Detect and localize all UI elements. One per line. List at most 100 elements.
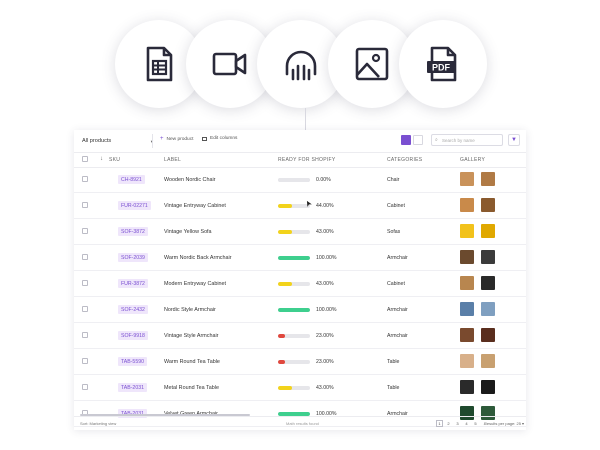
table-row[interactable]: SOF-2432 Nordic Style Armchair 100.00% A…: [74, 297, 526, 323]
gallery-thumbnail[interactable]: [460, 224, 474, 238]
horizontal-scrollbar[interactable]: [80, 414, 250, 416]
product-label[interactable]: Metal Round Tea Table: [164, 385, 219, 391]
category-value: Sofas: [387, 229, 401, 235]
row-checkbox[interactable]: [82, 358, 88, 364]
row-checkbox[interactable]: [82, 306, 88, 312]
sort-arrow-icon[interactable]: ↓: [100, 156, 103, 162]
gallery-thumbnail[interactable]: [460, 302, 474, 316]
gallery-thumbnail[interactable]: [481, 276, 495, 290]
product-filter-select[interactable]: All products ▼: [82, 135, 154, 147]
pdf-label: PDF: [432, 63, 451, 73]
category-value: Table: [387, 385, 400, 391]
product-label[interactable]: Vintage Style Armchair: [164, 333, 218, 339]
gallery-thumbnail[interactable]: [481, 172, 495, 186]
ready-progress-fill: [278, 178, 310, 182]
product-label[interactable]: Warm Round Tea Table: [164, 359, 220, 365]
header-ready[interactable]: Ready for Shopify: [278, 157, 336, 163]
gallery-thumbnail[interactable]: [460, 172, 474, 186]
gallery-thumbnail[interactable]: [460, 328, 474, 342]
row-checkbox[interactable]: [82, 280, 88, 286]
ready-percent: 100.00%: [316, 307, 337, 313]
category-value: Cabinet: [387, 281, 405, 287]
select-all-checkbox[interactable]: [82, 156, 88, 162]
page-button[interactable]: 4: [463, 420, 470, 427]
ready-progress-fill: [278, 334, 286, 338]
gallery-thumbnail[interactable]: [460, 276, 474, 290]
table-row[interactable]: SOF-9918 Vintage Style Armchair 23.00% A…: [74, 323, 526, 349]
product-label[interactable]: Warm Nordic Back Armchair: [164, 255, 232, 261]
product-label[interactable]: Vintage Yellow Sofa: [164, 229, 212, 235]
per-page-select[interactable]: Results per page: 25 ▾: [484, 421, 524, 426]
category-value: Armchair: [387, 307, 408, 313]
sku-badge[interactable]: SOF-9918: [118, 331, 148, 340]
table-row[interactable]: FUR-02271 Vintage Entryway Cabinet 44.00…: [74, 193, 526, 219]
sku-badge[interactable]: FUR-3872: [118, 279, 148, 288]
header-categories[interactable]: Categories: [387, 157, 422, 163]
plus-icon: +: [160, 136, 164, 142]
footer-results: Math results found: [286, 421, 319, 426]
table-row[interactable]: TAB-2031 Metal Round Tea Table 43.00% Ta…: [74, 375, 526, 401]
product-filter-value: All products: [82, 138, 112, 144]
edit-columns-button[interactable]: Edit columns: [202, 136, 237, 141]
sku-badge[interactable]: CH-8921: [118, 175, 145, 184]
search-input[interactable]: ⌕ Search by name: [431, 134, 503, 146]
gallery-thumbnail[interactable]: [481, 224, 495, 238]
ready-progress-bar: [278, 230, 310, 234]
ready-progress-bar: [278, 360, 310, 364]
sku-badge[interactable]: TAB-2031: [118, 383, 147, 392]
gallery-thumbnail[interactable]: [481, 328, 495, 342]
table-row[interactable]: FUR-3872 Modern Entryway Cabinet 43.00% …: [74, 271, 526, 297]
page-button[interactable]: 3: [454, 420, 461, 427]
gallery-thumbnail[interactable]: [481, 380, 495, 394]
row-checkbox[interactable]: [82, 254, 88, 260]
header-gallery[interactable]: Gallery: [460, 157, 485, 163]
row-checkbox[interactable]: [82, 176, 88, 182]
list-view-toggle[interactable]: [413, 135, 423, 145]
mouse-cursor-icon: ➤: [302, 198, 314, 209]
page-button[interactable]: 1: [436, 420, 443, 427]
ready-progress-bar: [278, 282, 310, 286]
columns-icon: [202, 136, 207, 141]
ready-percent: 0.00%: [316, 177, 331, 183]
product-label[interactable]: Modern Entryway Cabinet: [164, 281, 226, 287]
sku-badge[interactable]: SOF-2432: [118, 305, 148, 314]
table-row[interactable]: CH-8921 Wooden Nordic Chair 0.00% Chair: [74, 167, 526, 193]
gallery-thumbnail[interactable]: [481, 250, 495, 264]
sku-badge[interactable]: SOF-2039: [118, 253, 148, 262]
sku-badge[interactable]: FUR-02271: [118, 201, 151, 210]
row-checkbox[interactable]: [82, 332, 88, 338]
page-button[interactable]: 2: [445, 420, 452, 427]
ready-progress-fill: [278, 230, 292, 234]
gallery-thumbnail[interactable]: [481, 302, 495, 316]
ready-percent: 43.00%: [316, 281, 334, 287]
gallery-thumbnail[interactable]: [460, 250, 474, 264]
page-button[interactable]: 5: [472, 420, 479, 427]
sku-badge[interactable]: TAB-5590: [118, 357, 147, 366]
table-row[interactable]: TAB-5590 Warm Round Tea Table 23.00% Tab…: [74, 349, 526, 375]
ready-progress-fill: [278, 360, 286, 364]
gallery-thumbnail[interactable]: [481, 198, 495, 212]
category-value: Cabinet: [387, 203, 405, 209]
gallery-thumbnail[interactable]: [460, 354, 474, 368]
header-sku[interactable]: SKU: [109, 157, 120, 163]
row-checkbox[interactable]: [82, 384, 88, 390]
row-checkbox[interactable]: [82, 228, 88, 234]
row-checkbox[interactable]: [82, 202, 88, 208]
ready-progress-bar: [278, 256, 310, 260]
new-product-button[interactable]: + New product: [160, 136, 193, 142]
product-label[interactable]: Wooden Nordic Chair: [164, 177, 215, 183]
header-label[interactable]: Label: [164, 157, 181, 163]
gallery-thumbnail[interactable]: [460, 380, 474, 394]
search-icon: ⌕: [435, 137, 438, 143]
grid-view-toggle[interactable]: [401, 135, 411, 145]
table-header: ↓ SKU Label Ready for Shopify Categories…: [74, 152, 526, 168]
product-label[interactable]: Nordic Style Armchair: [164, 307, 216, 313]
table-row[interactable]: SOF-2039 Warm Nordic Back Armchair 100.0…: [74, 245, 526, 271]
table-row[interactable]: SOF-3872 Vintage Yellow Sofa 43.00% Sofa…: [74, 219, 526, 245]
spreadsheet-icon: [146, 46, 173, 82]
filter-button[interactable]: ▼: [508, 134, 520, 146]
product-label[interactable]: Vintage Entryway Cabinet: [164, 203, 226, 209]
sku-badge[interactable]: SOF-3872: [118, 227, 148, 236]
gallery-thumbnail[interactable]: [460, 198, 474, 212]
gallery-thumbnail[interactable]: [481, 354, 495, 368]
